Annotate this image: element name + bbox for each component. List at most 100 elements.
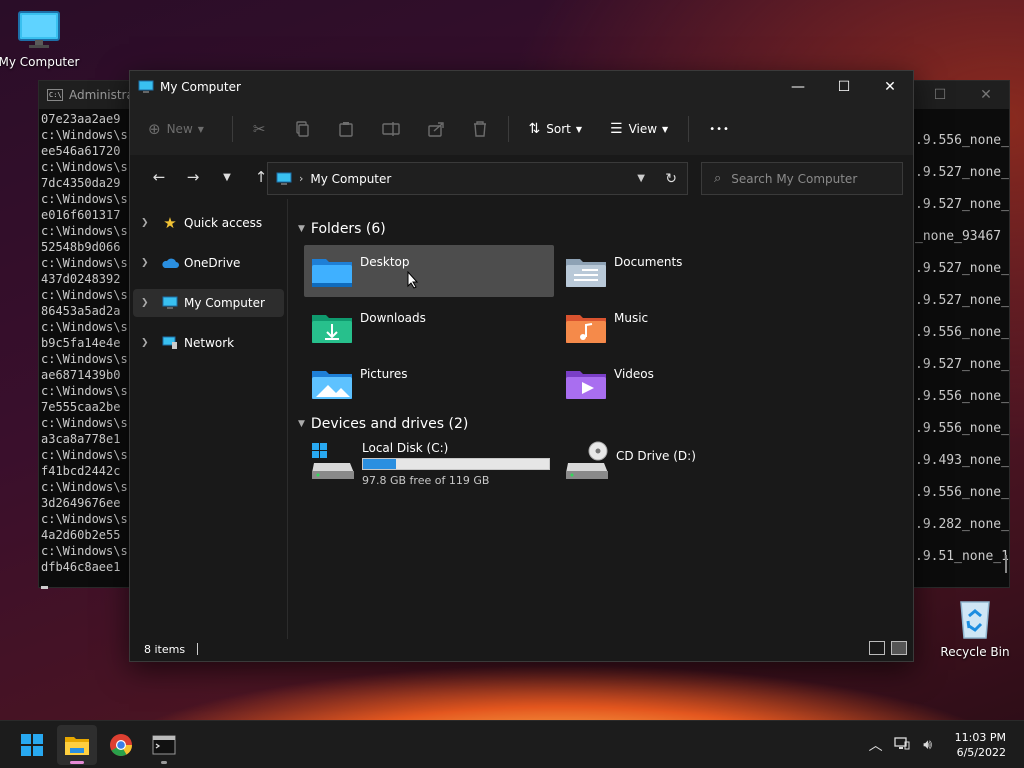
chevron-right-icon[interactable]: ❯ (141, 298, 155, 308)
rename-button[interactable] (381, 121, 400, 137)
drive-tile-c[interactable]: Local Disk (C:) 97.8 GB free of 119 GB (310, 441, 550, 487)
folders-group-header[interactable]: ▼ Folders (6) (298, 221, 386, 237)
share-icon (427, 122, 444, 137)
folder-tile-videos[interactable]: Videos (558, 357, 808, 409)
system-tray: ︿ 🔊︎ 11:03 PM 6/5/2022 (863, 721, 1024, 768)
forward-button[interactable]: → (176, 168, 210, 186)
chevron-down-icon[interactable]: ▼ (298, 419, 305, 429)
desktop-icon-label: Recycle Bin (940, 645, 1010, 659)
sidebar-item-my-computer[interactable]: ❯ My Computer (133, 289, 284, 317)
start-button[interactable] (12, 725, 52, 765)
maximize-icon[interactable]: ☐ (917, 81, 963, 109)
cut-button[interactable]: ✂ (253, 120, 266, 138)
desktop-icon-my-computer[interactable]: My Computer (0, 10, 81, 69)
clipboard-icon (338, 122, 353, 137)
videos-folder-icon (566, 371, 606, 399)
search-box[interactable]: ⌕ Search My Computer (701, 162, 903, 195)
sort-icon: ⇅ (528, 121, 541, 137)
view-button[interactable]: ☰ View ▼ (610, 121, 668, 137)
terminal-output-right: .9.556_none_ .9.527_none_ .9.527_none_ _… (915, 133, 1009, 564)
network-status-icon[interactable] (889, 736, 915, 754)
chevron-down-icon: ▼ (197, 124, 204, 134)
drives-group-header[interactable]: ▼ Devices and drives (2) (298, 416, 468, 432)
address-dropdown-icon[interactable]: ▼ (637, 173, 645, 184)
folder-tile-downloads[interactable]: Downloads (304, 301, 554, 353)
monitor-icon (138, 80, 154, 93)
rename-icon (381, 122, 400, 136)
folder-tile-pictures[interactable]: Pictures (304, 357, 554, 409)
breadcrumb[interactable]: My Computer (310, 172, 391, 186)
view-list-icon: ☰ (610, 121, 623, 137)
chevron-right-icon[interactable]: ❯ (141, 338, 155, 348)
clock[interactable]: 11:03 PM 6/5/2022 (955, 730, 1006, 760)
chrome-icon (110, 734, 132, 756)
sidebar-item-quick-access[interactable]: ❯ ★ Quick access (133, 209, 284, 237)
recent-locations-button[interactable]: ▼ (210, 172, 244, 183)
copy-button[interactable] (294, 121, 310, 137)
large-icons-view-icon[interactable] (891, 641, 907, 655)
terminal-output-left: 07e23aa2ae9 c:\Windows\s ee546a61720 c:\… (41, 112, 128, 574)
recycle-bin-icon (960, 601, 990, 639)
copy-icon (295, 121, 309, 137)
chevron-right-icon[interactable]: ❯ (141, 258, 155, 268)
window-title: My Computer (160, 80, 241, 94)
chevron-right-icon: › (299, 172, 304, 185)
chevron-down-icon: ▼ (575, 124, 582, 134)
desktop-icon-label: My Computer (0, 55, 80, 69)
navigation-pane: ❯ ★ Quick access ❯ OneDrive ❯ My Compute… (130, 199, 288, 639)
taskbar-chrome[interactable] (101, 725, 141, 765)
back-button[interactable]: ← (142, 168, 176, 186)
explorer-titlebar[interactable]: My Computer — ☐ ✕ (130, 71, 913, 103)
chevron-down-icon: ▼ (662, 124, 669, 134)
chevron-up-icon[interactable]: ︿ (863, 735, 889, 755)
paste-button[interactable] (338, 121, 354, 137)
terminal-scrollbar[interactable] (1005, 555, 1007, 573)
clock-time: 11:03 PM (954, 731, 1006, 744)
cloud-icon (161, 255, 179, 271)
folder-tile-desktop[interactable]: Desktop (304, 245, 554, 297)
new-button[interactable]: ⊕ New ▼ (148, 120, 204, 138)
more-icon: ••• (709, 123, 730, 135)
file-explorer-window[interactable]: My Computer — ☐ ✕ ⊕ New ▼ ✂ ⇅ Sort ▼ ☰ V… (129, 70, 914, 662)
close-icon[interactable]: ✕ (963, 81, 1009, 109)
music-folder-icon (566, 315, 606, 343)
chevron-down-icon[interactable]: ▼ (298, 224, 305, 234)
volume-icon[interactable]: 🔊︎ (915, 737, 941, 753)
scissors-icon: ✂ (252, 120, 266, 138)
monitor-icon (18, 11, 60, 48)
terminal-cursor (41, 586, 48, 589)
terminal-icon: C:\ (47, 89, 63, 101)
folder-tile-documents[interactable]: Documents (558, 245, 808, 297)
drive-tile-d[interactable]: CD Drive (D:) (564, 441, 696, 481)
file-explorer-icon (65, 737, 89, 755)
drive-name: CD Drive (D:) (616, 449, 696, 463)
desktop-folder-icon (312, 259, 352, 287)
share-button[interactable] (427, 121, 444, 137)
close-button[interactable]: ✕ (867, 71, 913, 103)
toolbar-divider (231, 116, 233, 142)
folder-tile-music[interactable]: Music (558, 301, 808, 353)
desktop-icon-recycle-bin[interactable]: Recycle Bin (933, 598, 1017, 659)
running-indicator (161, 761, 167, 764)
delete-button[interactable] (472, 121, 488, 137)
address-bar[interactable]: › My Computer ▼ ↻ (267, 162, 688, 195)
minimize-button[interactable]: — (775, 71, 821, 103)
hard-disk-icon (312, 443, 354, 479)
taskbar-terminal[interactable] (144, 725, 184, 765)
maximize-button[interactable]: ☐ (821, 71, 867, 103)
chevron-right-icon[interactable]: ❯ (141, 218, 155, 228)
sidebar-item-network[interactable]: ❯ Network (133, 329, 284, 357)
search-input[interactable]: Search My Computer (731, 172, 857, 186)
status-bar: 8 items (130, 637, 913, 661)
navigation-bar: ← → ▼ ↑ › My Computer ▼ ↻ ⌕ Search My Co… (130, 155, 913, 199)
sort-button[interactable]: ⇅ Sort ▼ (529, 121, 583, 137)
more-options-button[interactable]: ••• (709, 124, 730, 135)
search-icon: ⌕ (714, 171, 722, 186)
active-indicator (70, 761, 84, 764)
refresh-icon[interactable]: ↻ (665, 171, 677, 187)
sidebar-item-onedrive[interactable]: ❯ OneDrive (133, 249, 284, 277)
item-count: 8 items (144, 642, 186, 656)
details-view-icon[interactable] (869, 641, 885, 655)
toolbar-divider (507, 116, 509, 142)
taskbar-file-explorer[interactable] (57, 725, 97, 765)
